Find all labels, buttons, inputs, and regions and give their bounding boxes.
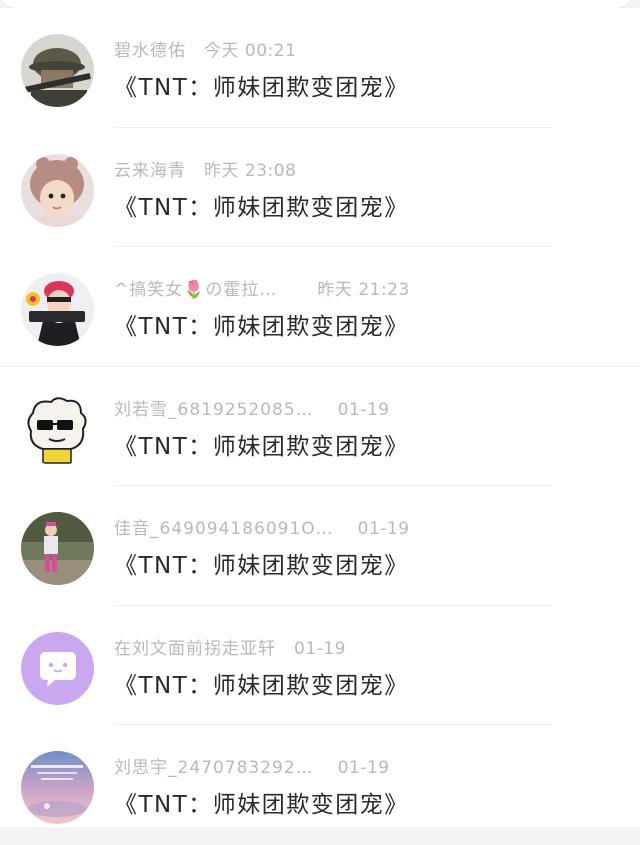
book-title[interactable]: 《TNT：师妹团欺变团宠》	[114, 785, 409, 819]
timestamp: 今天 00:21	[204, 41, 297, 61]
child-hat-avatar[interactable]	[21, 153, 94, 227]
list-item[interactable]: 在刘文面前拐走亚轩 01-19 《TNT：师妹团欺变团宠》	[0, 606, 640, 725]
author-name[interactable]: ^搞笑女🌷の霍拉…	[114, 275, 277, 300]
list-item[interactable]: 刘若雪_6819252085… 01-19 《TNT：师妹团欺变团宠》	[0, 367, 640, 486]
cartoon-girl-avatar[interactable]	[21, 273, 94, 346]
book-title[interactable]: 《TNT：师妹团欺变团宠》	[114, 188, 409, 222]
sky-scenery-avatar[interactable]	[21, 751, 94, 824]
previous-card-edge	[0, 0, 632, 8]
kid-photo-avatar[interactable]	[21, 512, 94, 585]
book-title[interactable]: 《TNT：师妹团欺变团宠》	[114, 546, 409, 580]
comment-meta: 刘思宇_2470783292… 01-19	[114, 753, 390, 778]
author-name[interactable]: 碧水德佑	[114, 36, 186, 61]
timestamp: 01-19	[294, 638, 346, 659]
author-name[interactable]: 在刘文面前拐走亚轩	[114, 634, 276, 659]
book-title[interactable]: 《TNT：师妹团欺变团宠》	[114, 427, 409, 461]
author-name[interactable]: 云来海青	[114, 156, 186, 181]
list-item[interactable]: ^搞笑女🌷の霍拉… 昨天 21:23 《TNT：师妹团欺变团宠》	[0, 247, 640, 367]
comment-meta: ^搞笑女🌷の霍拉… 昨天 21:23	[114, 275, 410, 300]
author-name[interactable]: 刘若雪_6819252085…	[114, 395, 314, 420]
comment-meta: 在刘文面前拐走亚轩 01-19	[114, 634, 346, 659]
timestamp: 01-19	[337, 758, 390, 778]
book-title[interactable]: 《TNT：师妹团欺变团宠》	[114, 666, 409, 700]
book-title[interactable]: 《TNT：师妹团欺变团宠》	[114, 68, 409, 102]
author-name[interactable]: 刘思宇_2470783292…	[114, 753, 314, 778]
list-item[interactable]: 碧水德佑 今天 00:21 《TNT：师妹团欺变团宠》	[0, 8, 640, 128]
comment-meta: 碧水德佑 今天 00:21	[114, 36, 297, 61]
timestamp: 昨天 21:23	[317, 280, 410, 300]
soldier-helmet-avatar[interactable]	[21, 34, 94, 107]
comment-meta: 佳音_649094186091O… 01-19	[114, 514, 410, 539]
author-name[interactable]: 佳音_649094186091O…	[114, 514, 334, 539]
chat-bubble-avatar[interactable]	[21, 631, 94, 705]
timestamp: 01-19	[357, 519, 410, 539]
comment-meta: 刘若雪_6819252085… 01-19	[114, 395, 390, 420]
list-item[interactable]: 佳音_649094186091O… 01-19 《TNT：师妹团欺变团宠》	[0, 486, 640, 606]
list-item[interactable]: 云来海青 昨天 23:08 《TNT：师妹团欺变团宠》	[0, 128, 640, 247]
comment-list: 碧水德佑 今天 00:21 《TNT：师妹团欺变团宠》 云来海青 昨天 23:08 …	[0, 8, 640, 827]
timestamp: 昨天 23:08	[204, 160, 297, 181]
timestamp: 01-19	[337, 399, 390, 420]
book-title[interactable]: 《TNT：师妹团欺变团宠》	[114, 307, 409, 341]
comment-meta: 云来海青 昨天 23:08	[114, 156, 297, 181]
sunglasses-cartoon-avatar[interactable]	[21, 392, 94, 466]
